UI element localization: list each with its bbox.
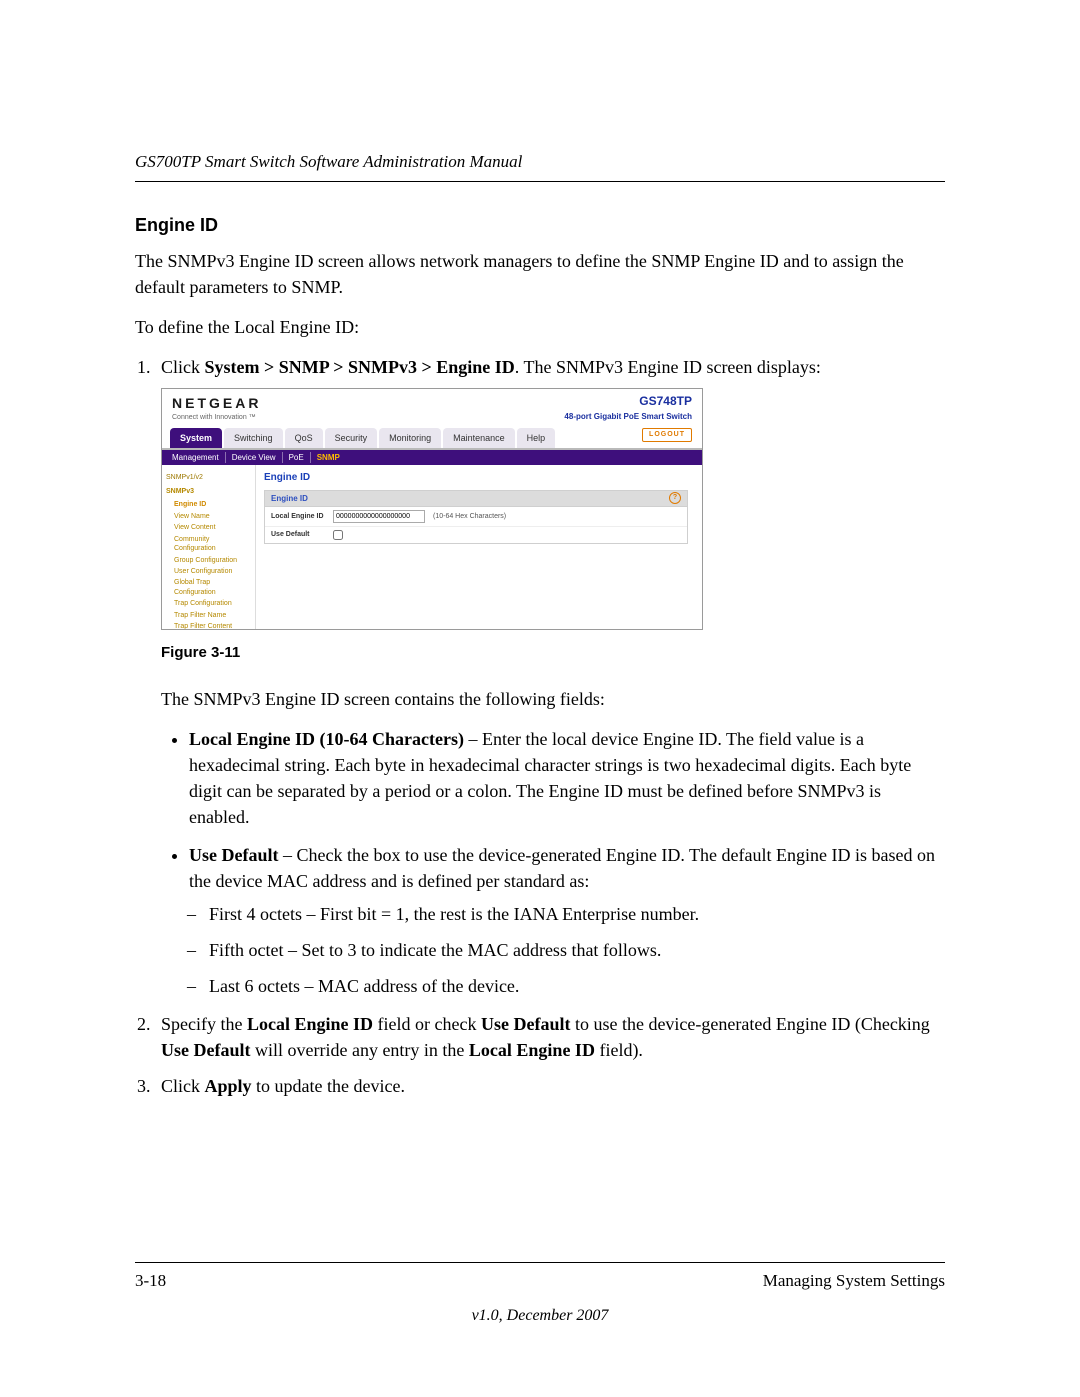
model-name: GS748TP [564,393,692,410]
sidebar-item-view-name[interactable]: View Name [166,511,251,522]
tab-maintenance[interactable]: Maintenance [443,428,515,448]
field-use-default: Use Default – Check the box to use the d… [189,842,945,998]
sidebar-group-snmpv3[interactable]: SNMPv3 [166,487,251,497]
sidebar-item-engine-id[interactable]: Engine ID [166,499,251,510]
primary-tabbar: System Switching QoS Security Monitoring… [162,426,702,450]
subtab-management[interactable]: Management [172,452,226,464]
panel-header: Engine ID ? [265,491,687,508]
use-default-sub2: Fifth octet – Set to 3 to indicate the M… [209,937,945,963]
lead-paragraph: To define the Local Engine ID: [135,314,945,340]
tab-switching[interactable]: Switching [224,428,283,448]
use-default-sub1: First 4 octets – First bit = 1, the rest… [209,901,945,927]
fields-intro: The SNMPv3 Engine ID screen contains the… [161,686,945,712]
brand-tagline: Connect with Innovation ™ [172,413,261,423]
sidebar-item-global-trap-configuration[interactable]: Global Trap Configuration [166,577,251,598]
step-1: Click System > SNMP > SNMPv3 > Engine ID… [155,354,945,999]
step-2: Specify the Local Engine ID field or che… [155,1011,945,1063]
subtab-device-view[interactable]: Device View [232,452,283,464]
local-engine-id-label: Local Engine ID [271,512,333,522]
step-3: Click Apply to update the device. [155,1073,945,1099]
tab-qos[interactable]: QoS [285,428,323,448]
use-default-label: Use Default [271,530,333,540]
field-local-engine-id: Local Engine ID (10-64 Characters) – Ent… [189,726,945,830]
secondary-tabbar: Management Device View PoE SNMP [162,450,702,466]
intro-paragraph: The SNMPv3 Engine ID screen allows netwo… [135,248,945,300]
tab-security[interactable]: Security [325,428,378,448]
figure-caption: Figure 3-11 [161,642,945,664]
tab-monitoring[interactable]: Monitoring [379,428,441,448]
tab-system[interactable]: System [170,428,222,448]
subtab-snmp[interactable]: SNMP [317,452,346,464]
sidebar-item-user-configuration[interactable]: User Configuration [166,566,251,577]
use-default-sub3: Last 6 octets – MAC address of the devic… [209,973,945,999]
local-engine-id-input[interactable] [333,510,425,523]
sidebar-item-group-configuration[interactable]: Group Configuration [166,555,251,566]
sidebar-group-snmp12[interactable]: SNMPv1/v2 [166,473,251,483]
tab-help[interactable]: Help [517,428,556,448]
help-icon[interactable]: ? [669,492,681,504]
model-subtitle: 48-port Gigabit PoE Smart Switch [564,411,692,423]
footer-version: v1.0, December 2007 [135,1304,945,1327]
engine-id-panel: Engine ID ? Local Engine ID (10-64 Hex C… [264,490,688,545]
section-title: Engine ID [135,212,945,238]
use-default-checkbox[interactable] [333,530,343,540]
subtab-poe[interactable]: PoE [289,452,311,464]
local-engine-id-hint: (10-64 Hex Characters) [433,512,506,522]
running-header: GS700TP Smart Switch Software Administra… [135,150,945,182]
screenshot-figure: NETGEAR Connect with Innovation ™ GS748T… [161,388,703,630]
sidebar-item-community-configuration[interactable]: Community Configuration [166,534,251,555]
brand-logo: NETGEAR [172,393,261,413]
sidebar-item-view-content[interactable]: View Content [166,522,251,533]
sidebar-item-trap-filter-content[interactable]: Trap Filter Content [166,621,251,630]
footer-section: Managing System Settings [763,1269,945,1294]
panel-title: Engine ID [264,471,698,486]
sidebar: SNMPv1/v2 SNMPv3 Engine ID View Name Vie… [162,465,256,630]
sidebar-item-trap-filter-name[interactable]: Trap Filter Name [166,610,251,621]
page-number: 3-18 [135,1269,166,1294]
sidebar-item-trap-configuration[interactable]: Trap Configuration [166,598,251,609]
logout-button[interactable]: LOGOUT [642,428,692,442]
